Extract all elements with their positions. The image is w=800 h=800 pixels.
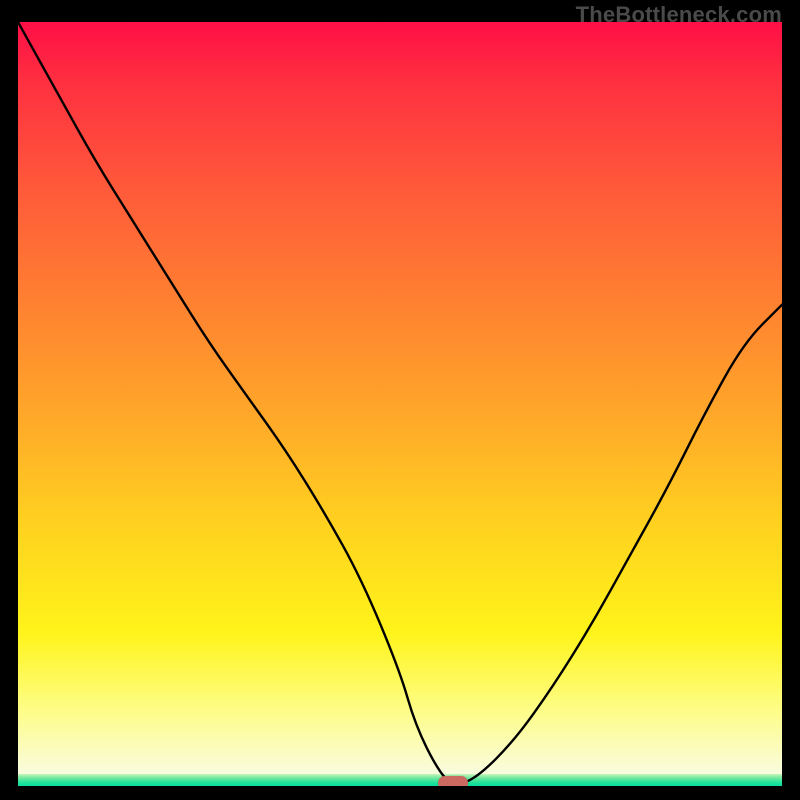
chart-frame: TheBottleneck.com [0, 0, 800, 800]
curve-path [18, 22, 782, 783]
plot-area [18, 22, 782, 786]
optimal-point-marker [438, 776, 468, 786]
bottleneck-curve [18, 22, 782, 786]
watermark-text: TheBottleneck.com [576, 2, 782, 28]
